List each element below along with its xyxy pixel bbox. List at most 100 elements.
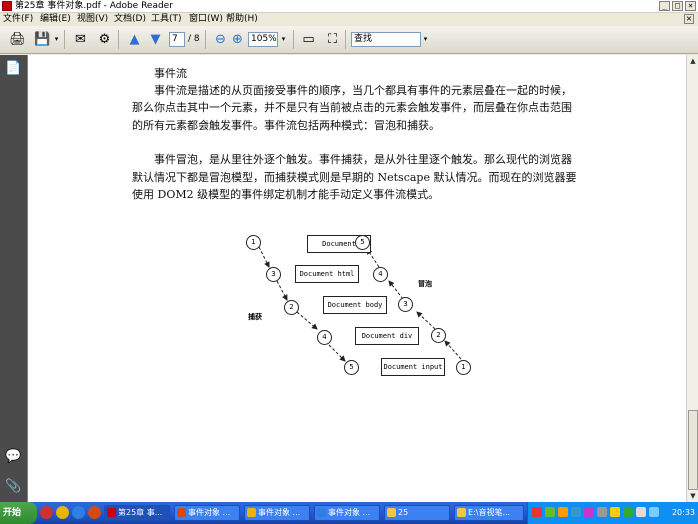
tray-icon[interactable] — [532, 507, 542, 517]
paragraph-line: 事件流是描述的从页面接受事件的顺序，当几个都具有事件的元素层叠在一起的时候， — [154, 84, 572, 97]
tray-icon[interactable] — [597, 507, 607, 517]
attachment-icon[interactable]: 📎 — [5, 478, 22, 495]
zoom-out-icon[interactable]: ⊖ — [212, 31, 229, 48]
event-flow-diagram: Document Document html Document body Doc… — [221, 225, 481, 385]
menu-file[interactable]: 文件(F) — [3, 13, 33, 25]
tray-icon[interactable] — [623, 507, 633, 517]
toolbar-separator — [64, 30, 65, 49]
full-screen-icon[interactable]: ⛶ — [324, 31, 341, 48]
zoom-level-input[interactable]: 105% — [248, 32, 278, 47]
task-label: 事件对象 ... — [328, 508, 371, 517]
tray-icon[interactable] — [610, 507, 620, 517]
toolbar-separator — [118, 30, 119, 49]
pages-icon[interactable]: 📄 — [5, 60, 22, 77]
menu-window[interactable]: 窗口(W) — [189, 13, 223, 25]
organize-icon[interactable]: ⚙ — [96, 31, 113, 48]
network-icon[interactable] — [649, 507, 659, 517]
bubble-label: 冒泡 — [418, 280, 432, 288]
task-label: 25 — [398, 508, 409, 517]
page-number-input[interactable]: 7 — [169, 32, 185, 47]
page-total: / 8 — [188, 34, 200, 44]
toolbar: 🖨 💾 ▾ ✉ ⚙ ▲ ▼ 7 / 8 ⊖ ⊕ 105% ▾ ▭ ⛶ 查找 ▾ — [0, 26, 698, 54]
email-icon[interactable]: ✉ — [72, 31, 89, 48]
scrollbar-thumb[interactable] — [688, 410, 698, 490]
save-icon[interactable]: 💾 — [34, 31, 51, 48]
folder-icon — [457, 508, 466, 517]
tray-icon[interactable] — [571, 507, 581, 517]
firefox-icon[interactable] — [88, 506, 101, 519]
taskbar: 开始 第25章 事... 事件对象 ... 事件对象 ... 事件对象 ... … — [0, 502, 698, 524]
bubble-node: 2 — [431, 328, 446, 343]
toolbar-separator — [345, 30, 346, 49]
task-button[interactable]: 事件对象 ... — [174, 505, 240, 521]
bubble-node: 1 — [456, 360, 471, 375]
clock: 20:33 — [671, 508, 695, 517]
adobe-reader-icon — [2, 1, 12, 11]
menu-view[interactable]: 视图(V) — [77, 13, 108, 25]
maximize-button[interactable]: □ — [672, 1, 683, 11]
menu-document[interactable]: 文档(D) — [114, 13, 146, 25]
menu-edit[interactable]: 编辑(E) — [40, 13, 71, 25]
tray-icon[interactable] — [545, 507, 555, 517]
task-button[interactable]: 25 — [384, 505, 450, 521]
diagram-box-html: Document html — [295, 265, 359, 283]
next-page-icon[interactable]: ▼ — [147, 31, 164, 48]
paragraph-line: 默认情况下都是冒泡模型，而捕获模式则是早期的 Netscape 默认情况。而现在… — [132, 171, 577, 184]
paragraph-line: 的所有元素都会触发事件。事件流包括两种模式：冒泡和捕获。 — [132, 119, 440, 132]
menu-tools[interactable]: 工具(T) — [151, 13, 182, 25]
bubble-node: 4 — [373, 267, 388, 282]
folder-icon — [387, 508, 396, 517]
task-button[interactable]: 事件对象 ... — [244, 505, 310, 521]
toolbar-separator — [293, 30, 294, 49]
chrome-icon — [247, 508, 256, 517]
paragraph-line: 那么你点击其中一个元素，并不是只有当前被点击的元素会触发事件，而层叠在你点击范围 — [132, 101, 572, 114]
capture-node: 4 — [317, 330, 332, 345]
zoom-dropdown-icon[interactable]: ▾ — [279, 32, 288, 47]
task-label: E:\音视笔... — [468, 508, 511, 517]
volume-icon[interactable] — [636, 507, 646, 517]
save-dropdown-icon[interactable]: ▾ — [52, 32, 61, 47]
print-icon[interactable]: 🖨 — [9, 31, 26, 48]
capture-label: 捕获 — [248, 313, 262, 321]
search-input[interactable]: 查找 — [351, 32, 421, 47]
hand-cursor-icon: ☝ — [202, 118, 209, 131]
toolbar-separator — [205, 30, 206, 49]
task-button[interactable]: E:\音视笔... — [454, 505, 524, 521]
menu-help[interactable]: 帮助(H) — [226, 13, 258, 25]
capture-node: 5 — [344, 360, 359, 375]
task-label: 事件对象 ... — [258, 508, 301, 517]
previous-page-icon[interactable]: ▲ — [126, 31, 143, 48]
document-page: 事件流 事件流是描述的从页面接受事件的顺序，当几个都具有事件的元素层叠在一起的时… — [27, 55, 686, 502]
system-tray: 20:33 — [527, 502, 698, 524]
task-button[interactable]: 第25章 事... — [104, 505, 170, 521]
ie-icon[interactable] — [72, 506, 85, 519]
tray-icon[interactable] — [558, 507, 568, 517]
section-heading: 事件流 — [154, 67, 187, 80]
pdf-icon — [107, 508, 116, 517]
minimize-button[interactable]: _ — [659, 1, 670, 11]
navigation-pane: 📄 💬 📎 — [0, 55, 27, 502]
task-button[interactable]: 事件对象 ... — [314, 505, 380, 521]
chrome-icon[interactable] — [56, 506, 69, 519]
bubble-node: 3 — [398, 297, 413, 312]
task-label: 第25章 事... — [118, 508, 163, 517]
quicklaunch-icon[interactable] — [40, 506, 53, 519]
fit-page-icon[interactable]: ▭ — [300, 31, 317, 48]
zoom-in-icon[interactable]: ⊕ — [229, 31, 246, 48]
paragraph-line: 使用 DOM2 级模型的事件绑定机制才能手动定义事件流模式。 — [132, 188, 440, 201]
close-document-button[interactable]: × — [684, 14, 694, 24]
diagram-box-body: Document body — [323, 296, 387, 314]
vertical-scrollbar[interactable]: ▲ ▼ — [686, 55, 698, 502]
start-button[interactable]: 开始 — [0, 502, 37, 524]
scroll-down-icon[interactable]: ▼ — [687, 490, 698, 502]
diagram-box-div: Document div — [355, 327, 419, 345]
firefox-icon — [177, 508, 186, 517]
diagram-box-input: Document input — [381, 358, 445, 376]
tray-icon[interactable] — [584, 507, 594, 517]
close-button[interactable]: × — [685, 1, 696, 11]
search-dropdown-icon[interactable]: ▾ — [421, 32, 430, 47]
capture-node: 1 — [246, 235, 261, 250]
comment-icon[interactable]: 💬 — [5, 448, 22, 465]
paragraph-line: 事件冒泡，是从里往外逐个触发。事件捕获，是从外往里逐个触发。那么现代的浏览器 — [154, 153, 572, 166]
scroll-up-icon[interactable]: ▲ — [687, 55, 698, 67]
